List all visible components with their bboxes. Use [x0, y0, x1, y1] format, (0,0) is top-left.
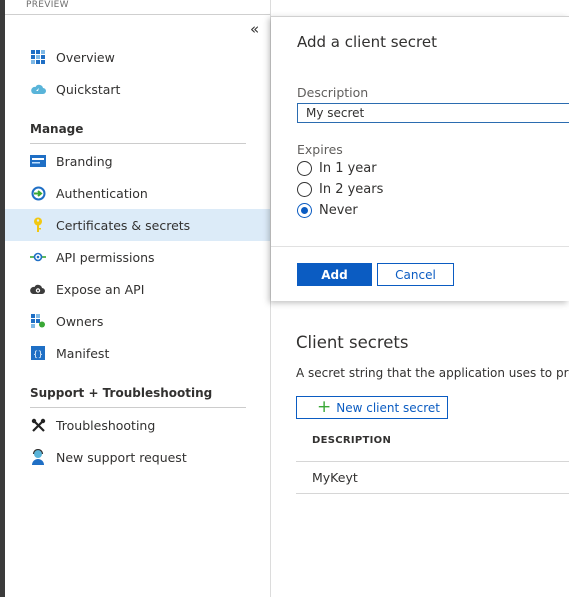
- cancel-button[interactable]: Cancel: [377, 263, 454, 286]
- section-heading-manage: Manage: [30, 122, 84, 136]
- add-client-secret-panel: Add a client secret Description Expires …: [271, 16, 569, 301]
- panel-divider: [271, 246, 569, 247]
- add-button[interactable]: Add: [297, 263, 372, 286]
- section-heading-support: Support + Troubleshooting: [30, 386, 213, 400]
- radio-label: Never: [319, 203, 358, 218]
- radio-selected-dot: [301, 207, 308, 214]
- branding-icon: [30, 153, 46, 169]
- sidebar-item-manifest[interactable]: {} Manifest: [5, 337, 270, 369]
- client-secrets-heading: Client secrets: [296, 333, 409, 352]
- cloud-gear-icon: [30, 281, 46, 297]
- sidebar-item-overview[interactable]: Overview: [5, 41, 270, 73]
- table-row: MyKeyt: [312, 470, 358, 485]
- radio-label: In 1 year: [319, 161, 377, 176]
- sidebar-item-label: Branding: [56, 153, 113, 169]
- sidebar-item-label: Authentication: [56, 185, 148, 201]
- tools-icon: [30, 417, 46, 433]
- sidebar-item-branding[interactable]: Branding: [5, 145, 270, 177]
- owners-grid-icon: [30, 313, 46, 329]
- preview-label: PREVIEW: [26, 0, 69, 10]
- sidebar-item-authentication[interactable]: Authentication: [5, 177, 270, 209]
- overview-grid-icon: [30, 49, 46, 65]
- radio-button[interactable]: [297, 161, 312, 176]
- collapse-sidebar-button[interactable]: «: [250, 20, 259, 38]
- sidebar-item-quickstart[interactable]: Quickstart: [5, 73, 270, 105]
- sidebar-item-troubleshooting[interactable]: Troubleshooting: [5, 409, 270, 441]
- radio-in-2-years[interactable]: In 2 years: [297, 182, 383, 197]
- sidebar-item-owners[interactable]: Owners: [5, 305, 270, 337]
- radio-in-1-year[interactable]: In 1 year: [297, 161, 377, 176]
- section-divider: [30, 143, 246, 144]
- new-client-secret-label: New client secret: [336, 400, 441, 415]
- radio-button[interactable]: [297, 182, 312, 197]
- sidebar-item-label: Expose an API: [56, 281, 145, 297]
- authentication-icon: [30, 185, 46, 201]
- api-permissions-icon: [30, 249, 46, 265]
- header-divider: [5, 14, 270, 15]
- support-person-icon: [30, 449, 46, 465]
- panel-title: Add a client secret: [297, 33, 437, 51]
- plus-icon: +: [317, 397, 332, 417]
- sidebar-item-certificates-secrets[interactable]: Certificates & secrets: [5, 209, 270, 241]
- sidebar-item-label: Quickstart: [56, 81, 121, 97]
- sidebar-item-label: Overview: [56, 49, 115, 65]
- sidebar-item-label: Owners: [56, 313, 104, 329]
- sidebar-item-label: Certificates & secrets: [56, 217, 191, 233]
- new-client-secret-button[interactable]: + New client secret: [296, 396, 448, 419]
- sidebar-item-label: New support request: [56, 449, 187, 465]
- radio-button-selected[interactable]: [297, 203, 312, 218]
- table-row-divider: [296, 493, 569, 494]
- sidebar-item-label: Manifest: [56, 345, 110, 361]
- expires-label: Expires: [297, 142, 343, 157]
- client-secrets-description: A secret string that the application use…: [296, 366, 569, 380]
- sidebar-item-new-support-request[interactable]: New support request: [5, 441, 270, 473]
- manifest-icon: {}: [30, 345, 46, 361]
- sidebar-item-expose-an-api[interactable]: Expose an API: [5, 273, 270, 305]
- sidebar-item-api-permissions[interactable]: API permissions: [5, 241, 270, 273]
- sidebar-item-label: Troubleshooting: [56, 417, 156, 433]
- radio-never[interactable]: Never: [297, 203, 358, 218]
- sidebar-item-label: API permissions: [56, 249, 155, 265]
- section-divider: [30, 407, 246, 408]
- description-label: Description: [297, 85, 369, 100]
- description-input[interactable]: [297, 103, 569, 123]
- table-header-description: DESCRIPTION: [312, 435, 392, 446]
- cloud-icon: [30, 81, 46, 97]
- table-header-divider: [296, 461, 569, 462]
- svg-text:{}: {}: [33, 350, 43, 359]
- key-icon: [30, 217, 46, 233]
- radio-label: In 2 years: [319, 182, 384, 197]
